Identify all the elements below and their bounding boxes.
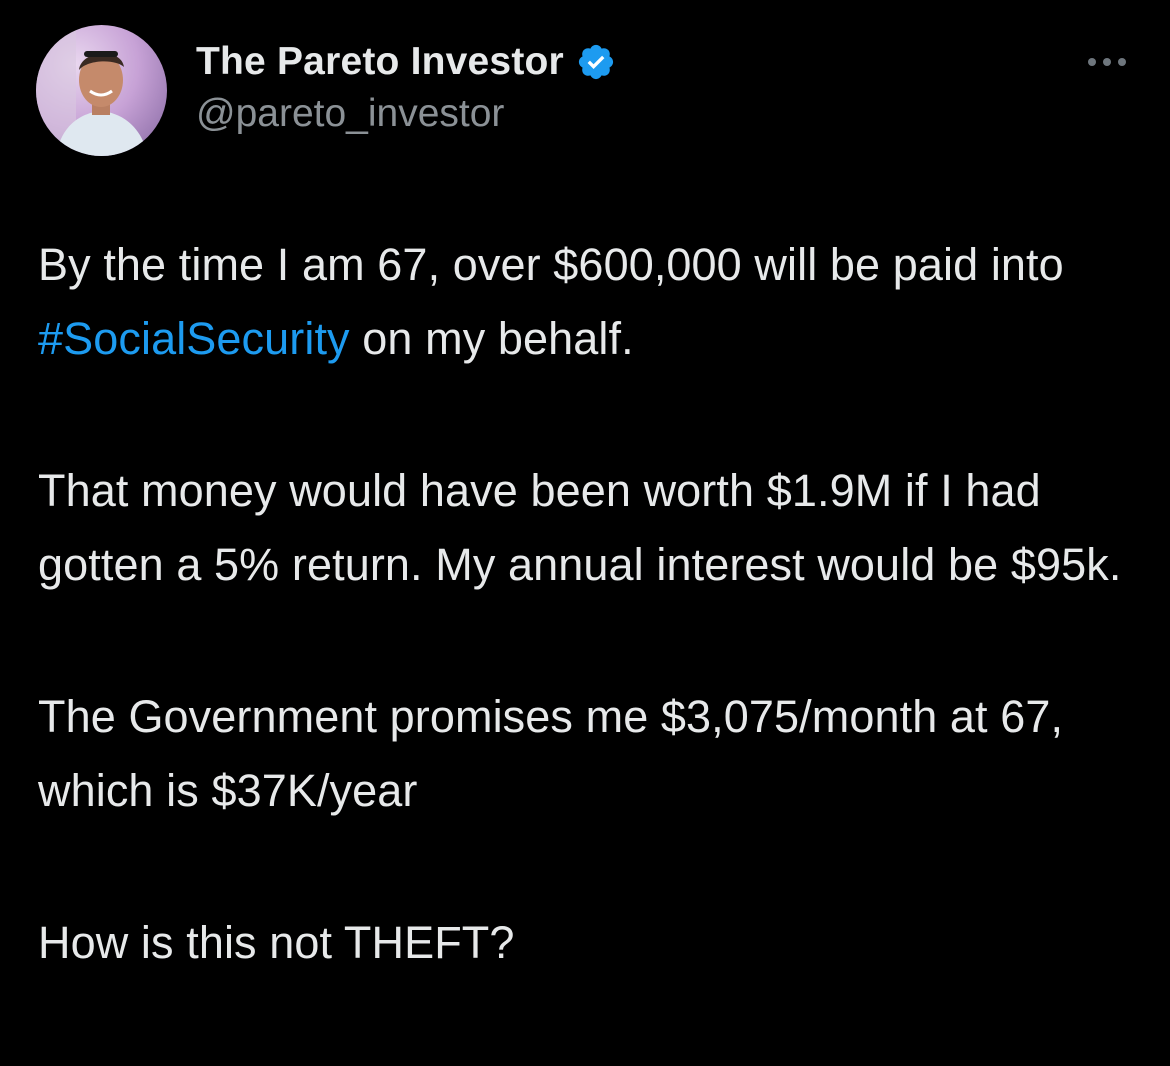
tweet-text-segment: By the time I am 67, over $600,000 will … (38, 239, 1064, 290)
hashtag-link[interactable]: #SocialSecurity (38, 313, 350, 364)
tweet-text-segment: on my behalf. (349, 313, 634, 364)
author-handle[interactable]: @pareto_investor (196, 92, 504, 136)
tweet-text: By the time I am 67, over $600,000 will … (38, 228, 1138, 980)
profile-photo-icon (36, 25, 167, 156)
tweet-paragraph-1: By the time I am 67, over $600,000 will … (38, 228, 1138, 376)
author-display-name[interactable]: The Pareto Investor (196, 40, 564, 84)
avatar[interactable] (36, 25, 167, 156)
more-options-icon[interactable] (1084, 52, 1130, 72)
tweet-paragraph-3: The Government promises me $3,075/month … (38, 691, 1064, 816)
tweet-paragraph-2: That money would have been worth $1.9M i… (38, 465, 1122, 590)
author-name-row: The Pareto Investor (196, 38, 616, 86)
tweet-paragraph-4: How is this not THEFT? (38, 917, 515, 968)
verified-badge-icon (576, 42, 616, 82)
tweet: The Pareto Investor @pareto_investor By … (0, 0, 1170, 1066)
